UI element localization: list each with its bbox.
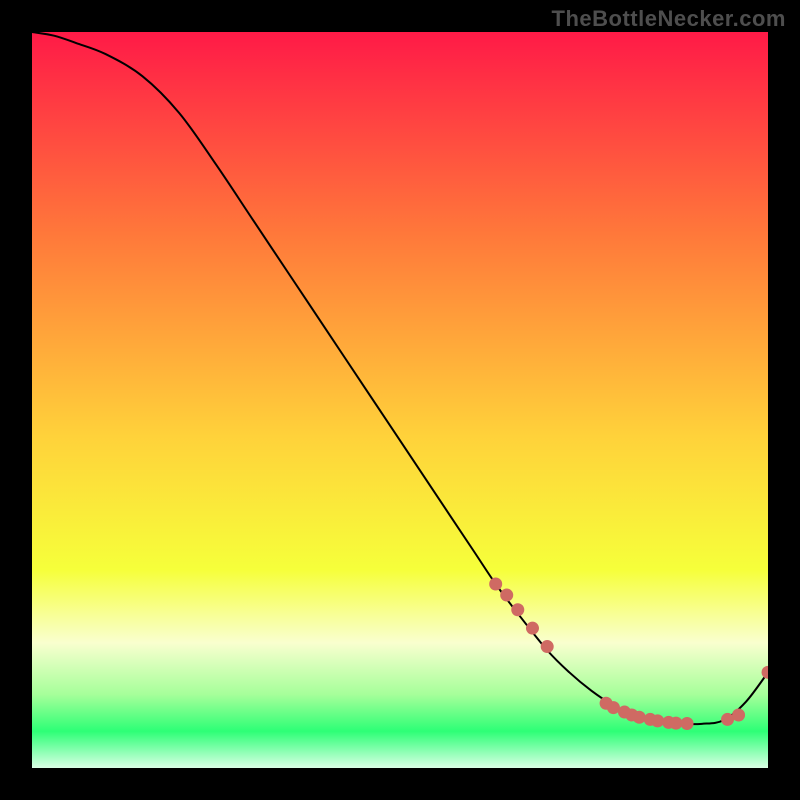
data-marker: [489, 578, 502, 591]
chart-frame: TheBottleNecker.com: [0, 0, 800, 800]
data-marker: [511, 603, 524, 616]
watermark-text: TheBottleNecker.com: [552, 6, 786, 32]
data-marker: [732, 709, 745, 722]
data-marker: [500, 589, 513, 602]
data-marker: [670, 717, 683, 730]
plot-area: [32, 32, 768, 768]
data-marker: [541, 640, 554, 653]
data-marker: [681, 717, 694, 730]
data-marker: [633, 711, 646, 724]
gradient-background: [32, 32, 768, 768]
chart-svg: [32, 32, 768, 768]
data-marker: [651, 714, 664, 727]
data-marker: [526, 622, 539, 635]
